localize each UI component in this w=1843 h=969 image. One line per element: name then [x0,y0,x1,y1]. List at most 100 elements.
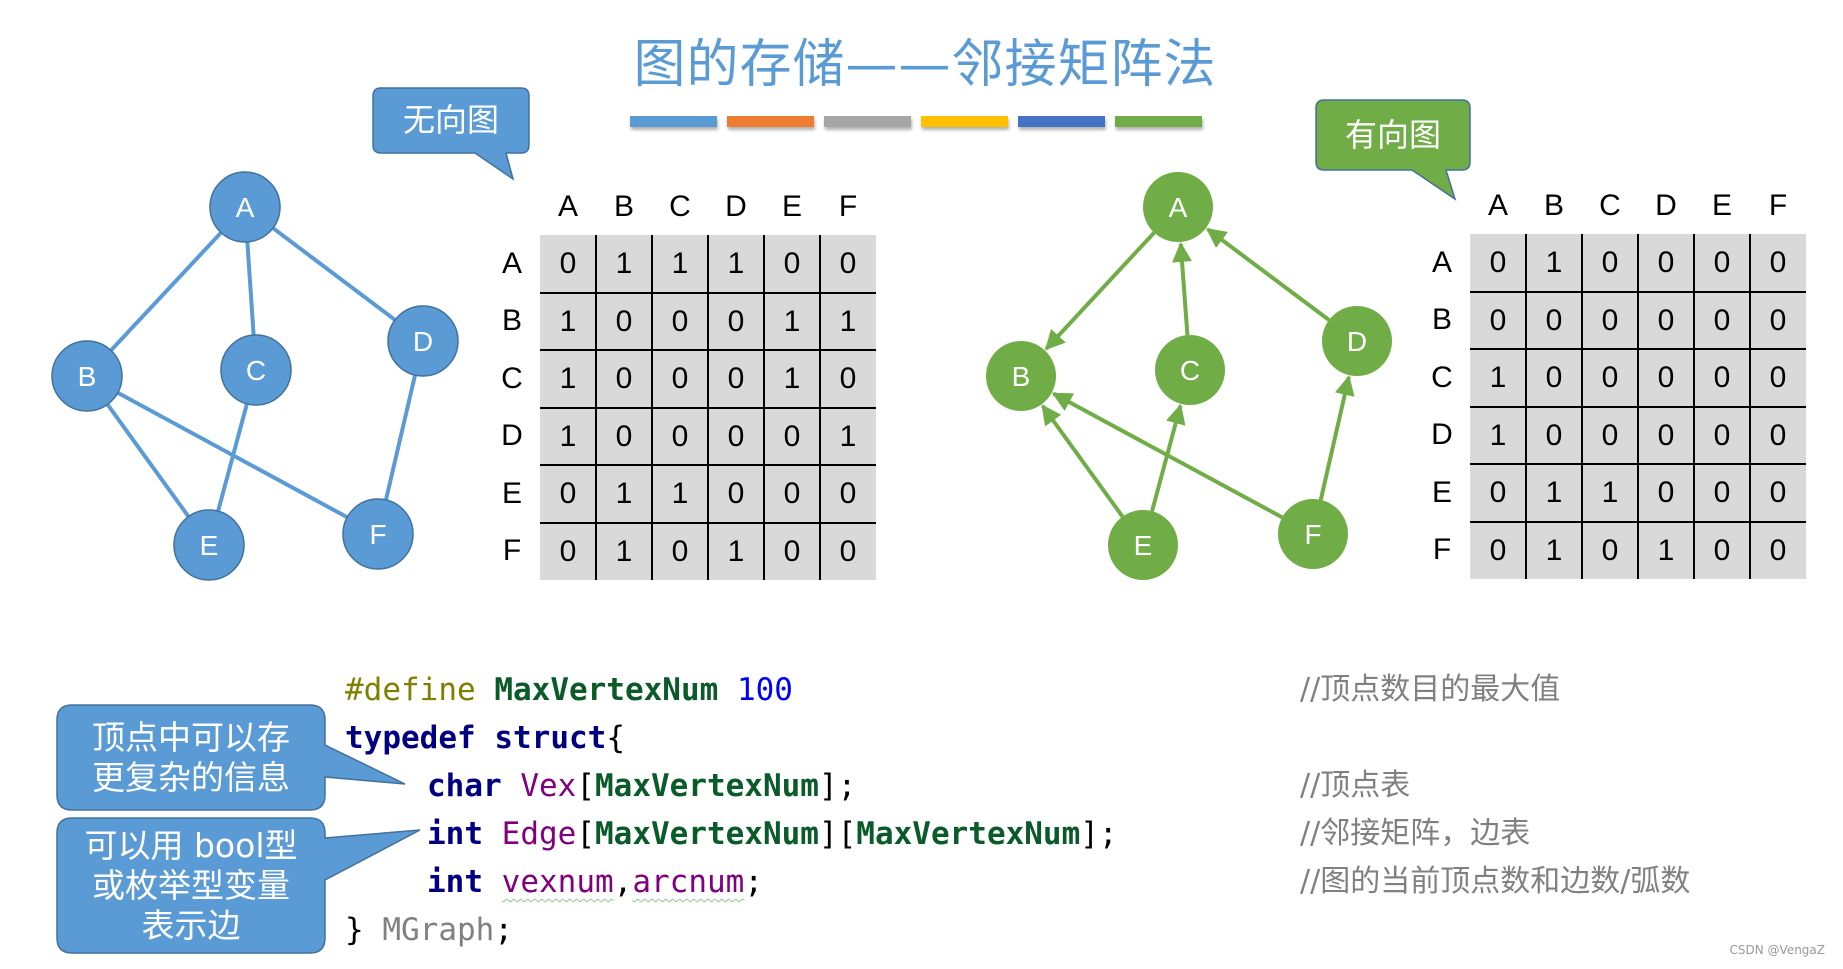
vertex-note-line: 更复杂的信息 [92,758,290,797]
undirected-matrix-cell: 0 [671,419,689,453]
undirected-callout-label: 无向图 [402,101,499,139]
code-token: , [613,864,633,900]
undirected-matrix-cell: 1 [615,477,633,510]
directed-matrix-cell: 0 [1769,246,1787,279]
code-line-define: #define MaxVertexNum 100 [345,666,793,714]
undirected-col-header: E [781,190,802,223]
undirected-matrix-cell: 1 [727,247,745,280]
code-token: ][ [818,816,857,852]
directed-matrix-cell: 1 [1601,476,1619,509]
edge-note: 可以用 bool型 或枚举型变量 表示边 [57,826,325,946]
code-token: Edge [501,816,577,852]
directed-matrix-cell: 0 [1769,476,1787,509]
undirected-matrix-cell: 0 [727,304,745,338]
undirected-row-header: F [502,534,522,568]
directed-col-header: B [1543,189,1564,222]
undirected-matrix-cell: 0 [783,247,801,280]
graph-node-label: B [1012,361,1031,392]
code-token: Vex [520,768,577,804]
edge-A-D [271,226,397,322]
directed-matrix-cell: 0 [1657,303,1675,337]
directed-matrix-cell: 0 [1769,533,1787,567]
undirected-matrix-cell: 0 [559,247,577,280]
directed-matrix-cell: 1 [1489,361,1507,394]
watermark: CSDN @VengaZ [1729,943,1825,957]
undirected-col-header: A [557,190,578,223]
undirected-matrix-cell: 0 [839,477,857,510]
undirected-col-header: B [613,190,634,223]
code-line-typedef: typedef struct{ [345,714,625,762]
code-token: ; [744,864,763,900]
undirected-matrix-cell: 0 [671,362,689,395]
undirected-row-header: C [501,361,523,395]
code-token: int [427,816,483,852]
directed-matrix-cell: 1 [1657,533,1675,567]
graph-node-label: B [78,361,97,392]
directed-row-header: A [1431,245,1452,279]
undirected-row-header: E [501,476,522,510]
code-token: { [606,720,625,756]
undirected-matrix-cell: 0 [671,534,689,568]
directed-matrix-cell: 0 [1489,476,1507,509]
code-token: [ [576,816,595,852]
edge-C-E [216,403,249,512]
directed-matrix-cell: 0 [1713,361,1731,394]
directed-matrix-cell: 1 [1489,418,1507,452]
undirected-row-header: A [501,246,522,280]
directed-col-header: A [1487,189,1508,222]
undirected-matrix-cell: 1 [559,362,577,395]
undirected-matrix-cell: 0 [615,304,633,338]
comment-counts: //图的当前顶点数和边数/弧数 [1300,864,1691,899]
directed-matrix-cell: 0 [1601,533,1619,567]
directed-row-header: F [1432,533,1452,567]
undirected-col-header: C [669,190,691,223]
directed-nodes: A B C D E F [986,172,1392,580]
code-token: MaxVertexNum [595,816,819,852]
edge-D-F [383,374,418,501]
graph-node-label: C [1180,355,1200,386]
undirected-matrix-cell: 0 [615,362,633,395]
code-token: arcnum [632,864,745,900]
code-token: char [427,768,502,804]
undirected-matrix-cell: 1 [559,419,577,453]
directed-callout-label: 有向图 [1344,116,1441,154]
directed-col-header: E [1711,189,1732,222]
undirected-row-header: B [501,304,522,338]
undirected-matrix-cell: 0 [615,419,633,453]
directed-matrix-cell: 0 [1545,418,1563,452]
graph-node-label: F [1304,519,1321,550]
directed-col-header: C [1599,189,1621,222]
graph-node-label: E [1134,530,1153,561]
directed-matrix-cell: 0 [1601,418,1619,452]
comment-vertex-table: //顶点表 [1300,768,1411,803]
undirected-matrix-cell: 0 [559,534,577,568]
arc-C-A [1172,241,1193,336]
arc-F-B [1051,391,1284,520]
graph-node-label: D [413,326,433,357]
undirected-matrix-cell: 1 [615,247,633,280]
undirected-matrix-cell: 0 [783,477,801,510]
undirected-matrix-cell: 0 [783,419,801,453]
edge-A-B [109,231,223,352]
graph-node-label: C [246,355,266,386]
graph-node-label: E [200,530,219,561]
undirected-matrix-cell: 0 [839,534,857,568]
directed-matrix-cell: 0 [1489,303,1507,337]
graph-node-label: F [369,519,386,550]
graph-node-label: D [1347,326,1367,357]
comment-edge-table: //邻接矩阵，边表 [1300,816,1531,851]
code-token: vexnum [501,864,614,900]
directed-matrix-cell: 1 [1545,533,1563,567]
directed-matrix-cell: 0 [1601,303,1619,337]
code-token: MaxVertexNum [856,816,1081,852]
code-token: } [345,912,364,948]
directed-matrix-cell: 0 [1713,418,1731,452]
directed-matrix-cell: 0 [1769,361,1787,394]
undirected-matrix-cell: 0 [783,534,801,568]
arc-A-B [1044,231,1156,351]
directed-matrix-cell: 0 [1657,476,1675,509]
code-line-edge: int Edge[MaxVertexNum][MaxVertexNum]; [427,810,1118,858]
directed-matrix-cell: 0 [1713,303,1731,337]
directed-col-header: F [1768,189,1788,222]
undirected-matrix-cell: 1 [559,304,577,338]
